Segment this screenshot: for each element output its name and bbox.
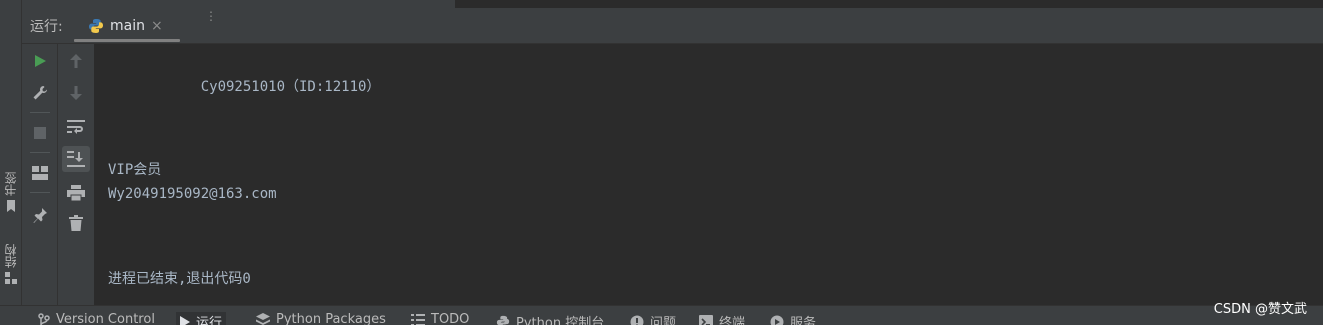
run-tool-window-header: 运行: main × ⋮ bbox=[22, 0, 1323, 44]
python-icon bbox=[496, 315, 510, 325]
console-line: Cy09251010（ID:12110） bbox=[108, 79, 381, 95]
terminal-tab[interactable]: 终端 bbox=[699, 312, 745, 325]
more-options-icon[interactable]: ⋮ bbox=[205, 10, 217, 22]
terminal-icon bbox=[699, 314, 713, 325]
run-tab-main[interactable]: main × bbox=[74, 10, 180, 42]
run-bottom-tab[interactable]: 运行 bbox=[176, 312, 227, 325]
run-toolbar-primary bbox=[22, 44, 58, 305]
close-icon[interactable]: × bbox=[151, 18, 163, 34]
print-button[interactable] bbox=[62, 180, 90, 206]
todo-tab[interactable]: TODO bbox=[411, 312, 469, 325]
soft-wrap-icon bbox=[67, 120, 85, 134]
up-stack-trace-button[interactable] bbox=[62, 48, 90, 74]
python-console-label: Python 控制台 bbox=[516, 316, 605, 325]
soft-wrap-button[interactable] bbox=[62, 114, 90, 140]
scroll-end-icon bbox=[67, 151, 85, 167]
active-tab-indicator bbox=[74, 39, 180, 42]
header-editor-edge bbox=[455, 0, 1323, 8]
services-tab[interactable]: 服务 bbox=[770, 312, 816, 325]
bottom-tool-bar: Version Control 运行 Python Packages TODO … bbox=[0, 305, 1323, 325]
play-icon bbox=[35, 55, 46, 67]
services-icon bbox=[770, 315, 784, 325]
terminal-label: 终端 bbox=[719, 316, 746, 325]
toolbar-separator bbox=[30, 112, 50, 113]
bookmarks-label: 书签 bbox=[4, 172, 18, 196]
console-line: VIP会员 bbox=[108, 162, 162, 178]
layout-button[interactable] bbox=[26, 160, 54, 186]
run-toolbar-secondary bbox=[58, 44, 95, 305]
trash-icon bbox=[69, 215, 83, 231]
watermark: CSDN @赞文武 bbox=[1213, 302, 1307, 317]
structure-label: 结构 bbox=[4, 244, 18, 268]
warning-icon bbox=[630, 315, 644, 325]
stop-button[interactable] bbox=[26, 120, 54, 146]
arrow-down-icon bbox=[70, 86, 82, 100]
branch-icon bbox=[38, 312, 50, 325]
console-output[interactable]: Cy09251010（ID:12110） VIP会员 Wy2049195092@… bbox=[96, 44, 1323, 305]
console-line: 进程已结束,退出代码0 bbox=[108, 271, 251, 287]
python-packages-tab[interactable]: Python Packages bbox=[256, 312, 386, 325]
down-stack-trace-button[interactable] bbox=[62, 80, 90, 106]
version-control-tab[interactable]: Version Control bbox=[38, 312, 155, 325]
print-icon bbox=[67, 185, 85, 201]
layout-icon bbox=[32, 166, 48, 180]
pin-icon bbox=[33, 208, 47, 223]
python-icon bbox=[89, 19, 103, 33]
bookmark-icon bbox=[7, 200, 15, 212]
todo-label: TODO bbox=[431, 312, 470, 325]
structure-tool-tab[interactable]: 结构 bbox=[2, 244, 20, 284]
layers-icon bbox=[256, 312, 270, 325]
arrow-up-icon bbox=[70, 54, 82, 68]
problems-tab[interactable]: 问题 bbox=[630, 312, 676, 325]
problems-label: 问题 bbox=[650, 316, 677, 325]
run-tab-label: main bbox=[110, 18, 145, 34]
console-line: Wy2049195092@163.com bbox=[108, 186, 277, 202]
scroll-to-end-button[interactable] bbox=[62, 146, 90, 172]
version-control-label: Version Control bbox=[56, 312, 155, 325]
toolbar-separator bbox=[30, 192, 50, 193]
run-icon bbox=[180, 315, 190, 325]
run-bottom-label: 运行 bbox=[196, 316, 223, 325]
run-label: 运行: bbox=[30, 19, 63, 35]
python-packages-label: Python Packages bbox=[276, 312, 386, 325]
structure-icon bbox=[5, 272, 17, 284]
clear-all-button[interactable] bbox=[62, 210, 90, 236]
list-icon bbox=[411, 313, 425, 325]
edit-configuration-button[interactable] bbox=[26, 80, 54, 106]
toolbar-separator bbox=[30, 152, 50, 153]
stop-icon bbox=[34, 127, 46, 139]
services-label: 服务 bbox=[790, 316, 817, 325]
pin-tab-button[interactable] bbox=[26, 202, 54, 228]
python-console-tab[interactable]: Python 控制台 bbox=[496, 312, 604, 325]
left-tool-strip: 书签 结构 bbox=[0, 0, 22, 305]
wrench-icon bbox=[33, 85, 48, 100]
bookmarks-tool-tab[interactable]: 书签 bbox=[2, 172, 20, 212]
rerun-button[interactable] bbox=[26, 48, 54, 74]
